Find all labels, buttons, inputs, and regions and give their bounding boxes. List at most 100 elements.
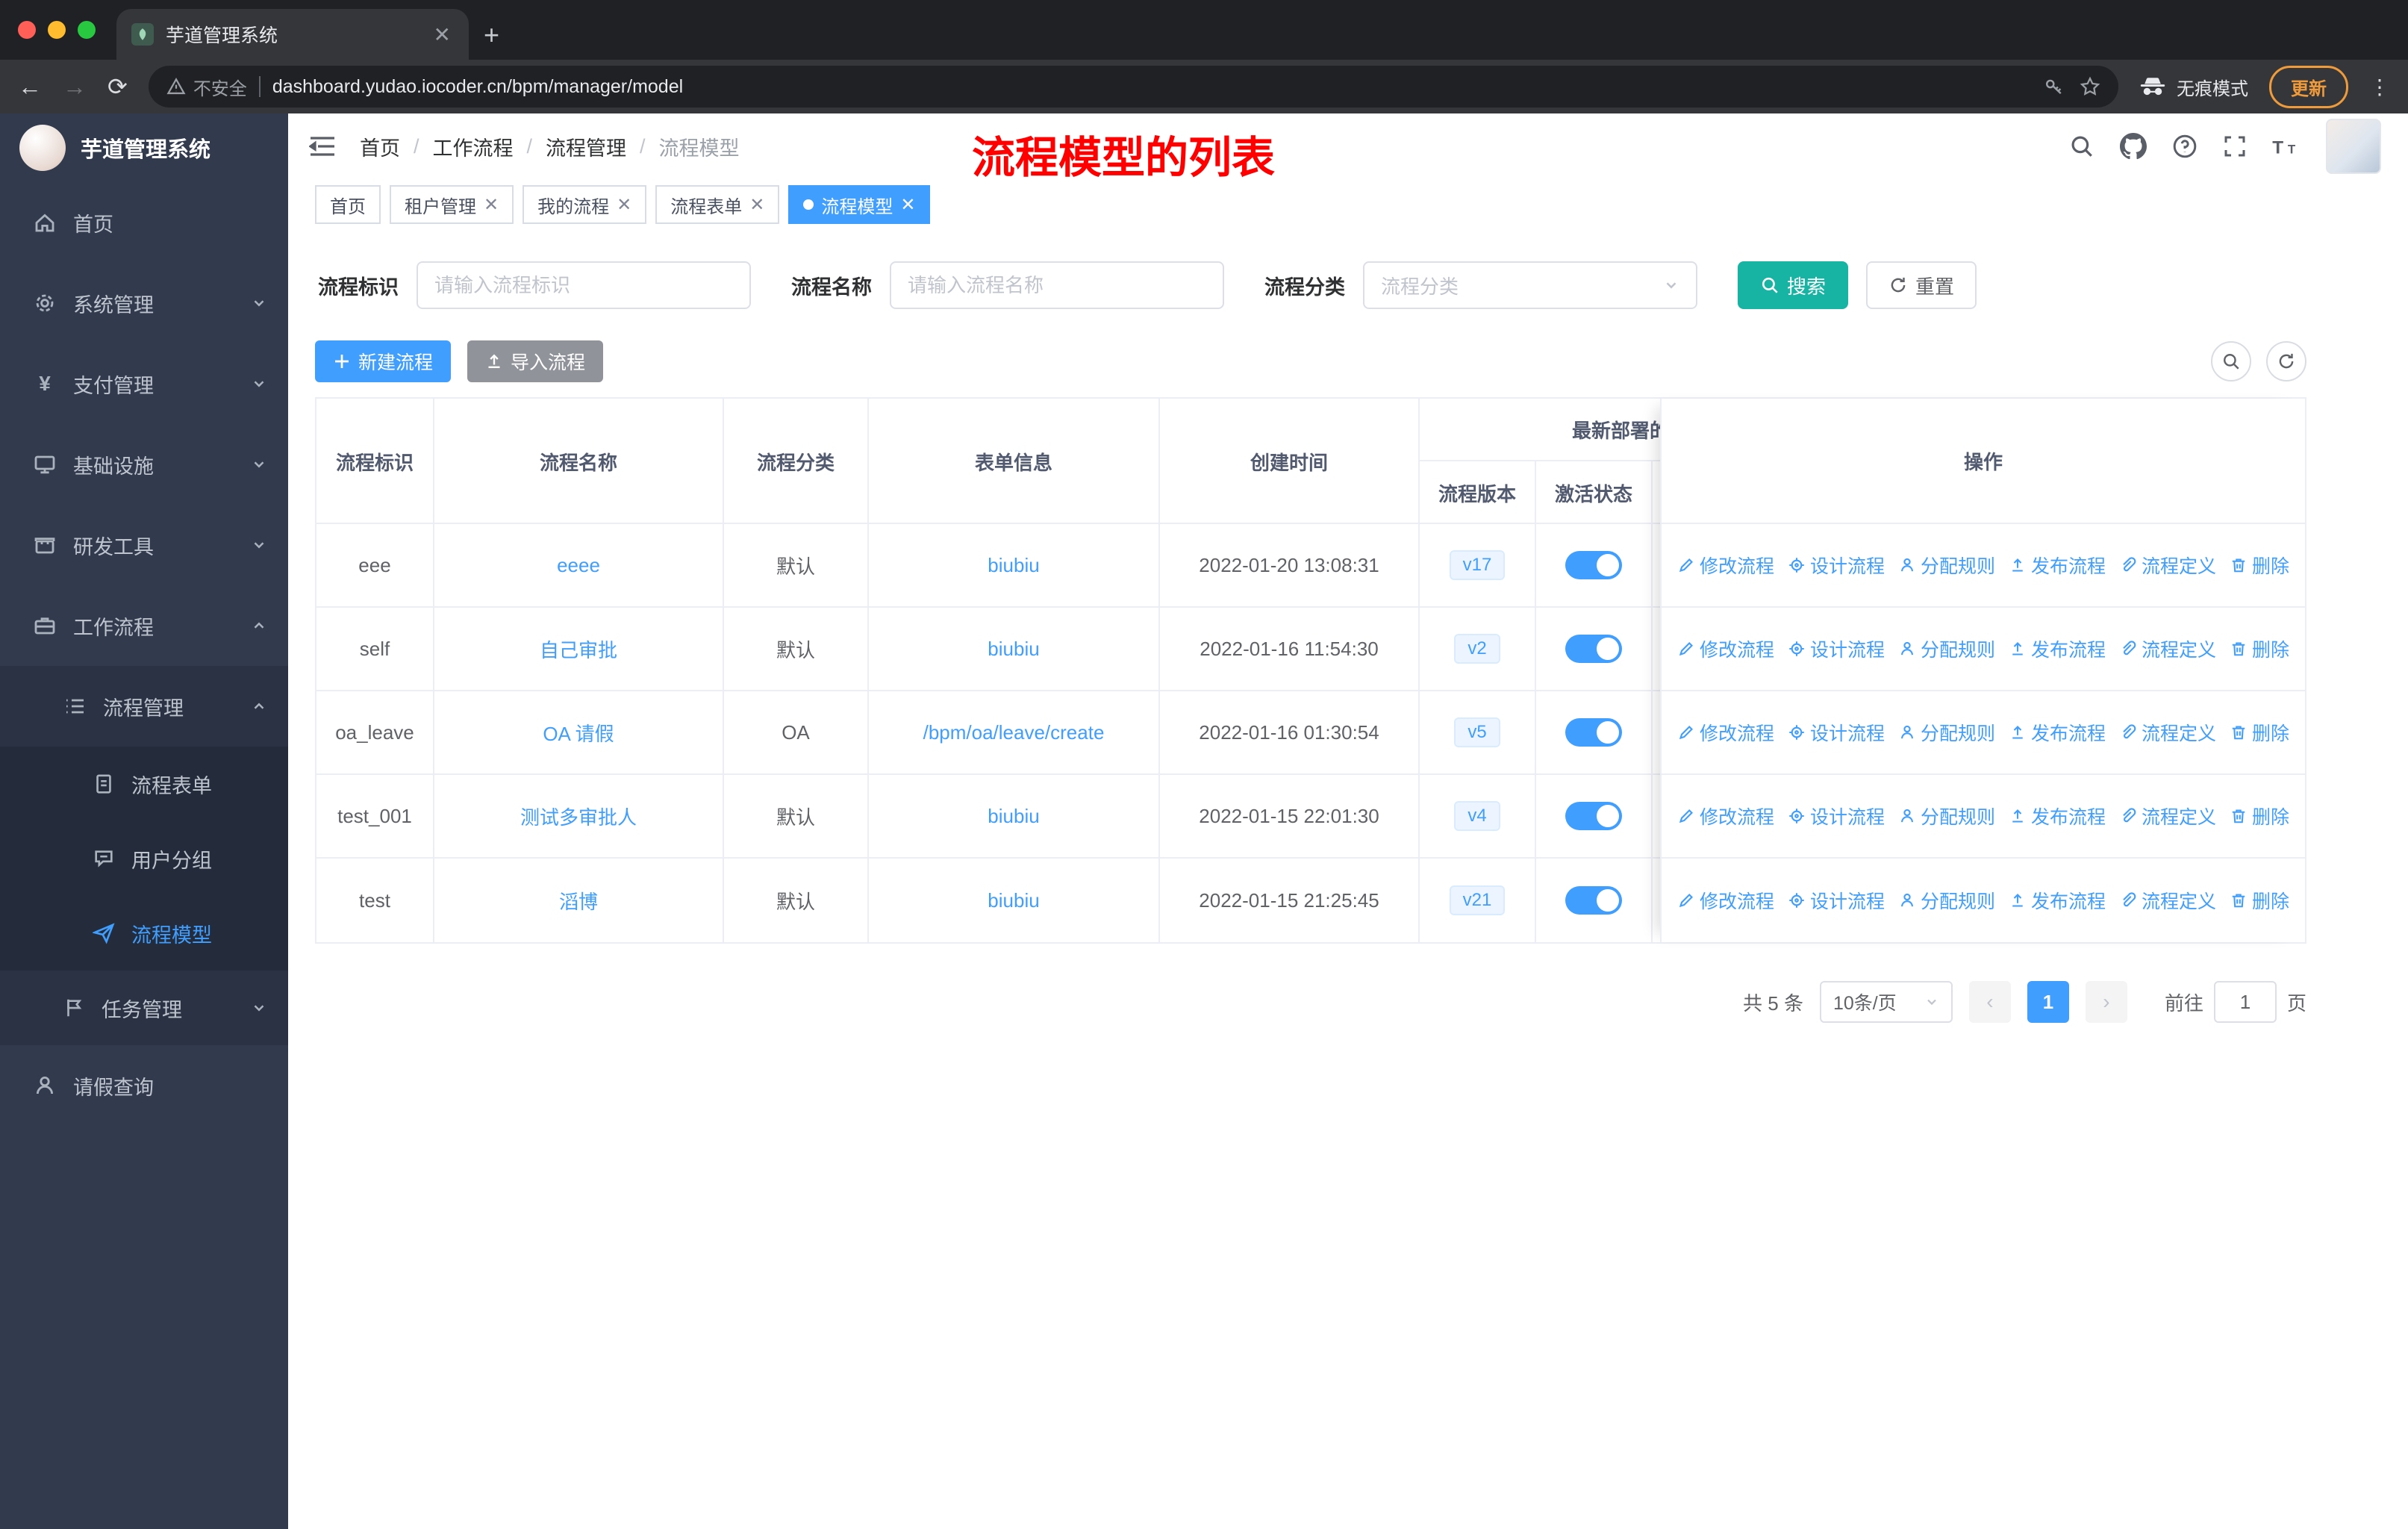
process-id-input[interactable] <box>417 261 751 309</box>
browser-menu-icon[interactable]: ⋮ <box>2369 75 2390 99</box>
assign-rule-link[interactable]: 分配规则 <box>1898 803 1995 829</box>
browser-update-button[interactable]: 更新 <box>2269 65 2348 108</box>
search-button[interactable]: 搜索 <box>1738 261 1849 309</box>
font-size-icon[interactable]: TT <box>2272 135 2301 158</box>
forward-icon[interactable]: → <box>63 75 87 99</box>
form-info-link[interactable]: /bpm/oa/leave/create <box>923 721 1105 744</box>
close-icon[interactable]: ✕ <box>749 194 764 216</box>
design-process-link[interactable]: 设计流程 <box>1788 552 1885 579</box>
active-toggle[interactable] <box>1565 886 1622 915</box>
security-indicator[interactable]: 不安全 <box>166 74 247 100</box>
assign-rule-link[interactable]: 分配规则 <box>1898 719 1995 746</box>
process-definition-link[interactable]: 流程定义 <box>2119 887 2216 914</box>
delete-link[interactable]: 删除 <box>2230 635 2289 662</box>
table-search-button[interactable] <box>2211 341 2251 382</box>
breadcrumb-process-management[interactable]: 流程管理 <box>546 132 626 161</box>
process-name-link[interactable]: eeee <box>557 554 600 577</box>
active-toggle[interactable] <box>1565 635 1622 663</box>
tab-close-icon[interactable]: ✕ <box>431 22 454 47</box>
sidebar-item-infrastructure[interactable]: 基础设施 <box>0 424 288 505</box>
process-name-link[interactable]: 测试多审批人 <box>520 803 637 830</box>
tag-my-process[interactable]: 我的流程 ✕ <box>523 185 647 224</box>
import-process-button[interactable]: 导入流程 <box>467 340 604 382</box>
process-definition-link[interactable]: 流程定义 <box>2119 803 2216 829</box>
process-category-select[interactable]: 流程分类 <box>1363 261 1697 309</box>
sidebar-item-devtools[interactable]: 研发工具 <box>0 505 288 585</box>
close-icon[interactable]: ✕ <box>484 194 499 216</box>
process-name-link[interactable]: 自己审批 <box>540 635 617 663</box>
assign-rule-link[interactable]: 分配规则 <box>1898 887 1995 914</box>
app-logo[interactable]: 芋道管理系统 <box>0 113 288 182</box>
sidebar-item-payment[interactable]: ¥ 支付管理 <box>0 343 288 424</box>
sidebar-item-process-management[interactable]: 流程管理 <box>0 666 288 747</box>
page-number-1[interactable]: 1 <box>2027 981 2069 1023</box>
new-tab-button[interactable]: + <box>484 19 499 51</box>
assign-rule-link[interactable]: 分配规则 <box>1898 552 1995 579</box>
sidebar-item-workflow[interactable]: 工作流程 <box>0 585 288 666</box>
sidebar-item-user-group[interactable]: 用户分组 <box>0 821 288 896</box>
publish-process-link[interactable]: 发布流程 <box>2009 635 2106 662</box>
github-icon[interactable] <box>2120 133 2147 160</box>
active-toggle[interactable] <box>1565 551 1622 579</box>
modify-process-link[interactable]: 修改流程 <box>1677 635 1774 662</box>
user-avatar[interactable] <box>2326 119 2381 174</box>
publish-process-link[interactable]: 发布流程 <box>2009 552 2106 579</box>
sidebar-item-process-form[interactable]: 流程表单 <box>0 747 288 821</box>
assign-rule-link[interactable]: 分配规则 <box>1898 635 1995 662</box>
back-icon[interactable]: ← <box>18 75 42 99</box>
form-info-link[interactable]: biubiu <box>988 638 1039 661</box>
sidebar-item-process-model[interactable]: 流程模型 <box>0 896 288 971</box>
design-process-link[interactable]: 设计流程 <box>1788 635 1885 662</box>
delete-link[interactable]: 删除 <box>2230 552 2289 579</box>
browser-tab[interactable]: 芋道管理系统 ✕ <box>116 9 469 60</box>
publish-process-link[interactable]: 发布流程 <box>2009 803 2106 829</box>
maximize-window-button[interactable] <box>78 21 96 39</box>
help-icon[interactable] <box>2172 134 2198 159</box>
reset-button[interactable]: 重置 <box>1866 261 1977 309</box>
goto-page-input[interactable] <box>2213 981 2277 1023</box>
close-icon[interactable]: ✕ <box>617 194 631 216</box>
delete-link[interactable]: 删除 <box>2230 803 2289 829</box>
reload-icon[interactable]: ⟳ <box>107 75 128 99</box>
page-size-select[interactable]: 10条/页 <box>1819 981 1953 1023</box>
sidebar-item-system[interactable]: 系统管理 <box>0 263 288 343</box>
active-toggle[interactable] <box>1565 802 1622 830</box>
sidebar-item-leave-query[interactable]: 请假查询 <box>0 1045 288 1126</box>
fullscreen-icon[interactable] <box>2223 134 2247 158</box>
sidebar-item-home[interactable]: 首页 <box>0 182 288 263</box>
process-name-link[interactable]: OA 请假 <box>543 719 614 747</box>
process-definition-link[interactable]: 流程定义 <box>2119 552 2216 579</box>
form-info-link[interactable]: biubiu <box>988 889 1039 912</box>
tag-tenant[interactable]: 租户管理 ✕ <box>390 185 514 224</box>
form-info-link[interactable]: biubiu <box>988 805 1039 828</box>
breadcrumb-home[interactable]: 首页 <box>360 132 400 161</box>
collapse-menu-icon[interactable] <box>309 134 336 158</box>
breadcrumb-workflow[interactable]: 工作流程 <box>433 132 514 161</box>
minimize-window-button[interactable] <box>48 21 66 39</box>
modify-process-link[interactable]: 修改流程 <box>1677 552 1774 579</box>
design-process-link[interactable]: 设计流程 <box>1788 887 1885 914</box>
address-bar[interactable]: 不安全 dashboard.yudao.iocoder.cn/bpm/manag… <box>148 66 2118 108</box>
process-name-link[interactable]: 滔博 <box>559 887 598 915</box>
close-window-button[interactable] <box>18 21 36 39</box>
tag-process-form[interactable]: 流程表单 ✕ <box>655 185 780 224</box>
modify-process-link[interactable]: 修改流程 <box>1677 719 1774 746</box>
active-toggle[interactable] <box>1565 718 1622 747</box>
delete-link[interactable]: 删除 <box>2230 719 2289 746</box>
form-info-link[interactable]: biubiu <box>988 554 1039 577</box>
sidebar-item-task-management[interactable]: 任务管理 <box>0 971 288 1045</box>
table-refresh-button[interactable] <box>2266 341 2306 382</box>
delete-link[interactable]: 删除 <box>2230 887 2289 914</box>
bookmark-star-icon[interactable] <box>2080 76 2100 97</box>
create-process-button[interactable]: 新建流程 <box>315 340 452 382</box>
next-page-button[interactable]: › <box>2085 981 2127 1023</box>
passwords-key-icon[interactable] <box>2044 76 2065 97</box>
prev-page-button[interactable]: ‹ <box>1968 981 2011 1023</box>
publish-process-link[interactable]: 发布流程 <box>2009 887 2106 914</box>
tag-process-model[interactable]: 流程模型 ✕ <box>788 185 931 224</box>
process-definition-link[interactable]: 流程定义 <box>2119 635 2216 662</box>
process-name-input[interactable] <box>890 261 1224 309</box>
modify-process-link[interactable]: 修改流程 <box>1677 803 1774 829</box>
close-icon[interactable]: ✕ <box>900 194 915 216</box>
publish-process-link[interactable]: 发布流程 <box>2009 719 2106 746</box>
